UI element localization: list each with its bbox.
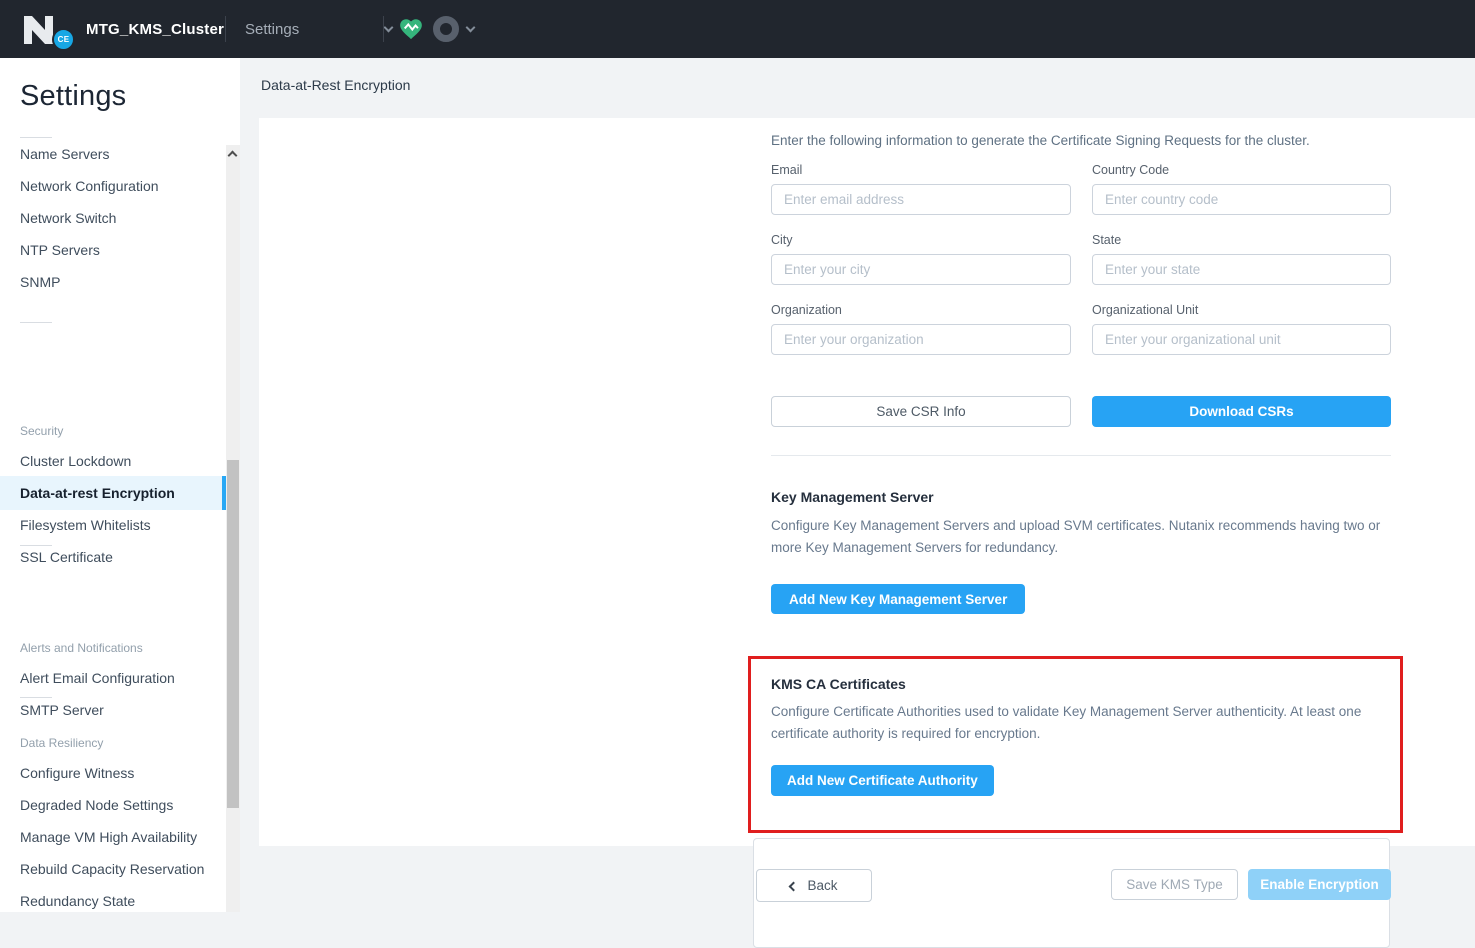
state-label: State [1092, 233, 1391, 248]
section-divider [771, 455, 1391, 456]
sidebar-item-filesystem-whitelists[interactable]: Filesystem Whitelists [0, 510, 226, 540]
sidebar-title: Settings [20, 80, 126, 113]
sidebar-item-network-switch[interactable]: Network Switch [0, 203, 226, 233]
sidebar-item-network-configuration[interactable]: Network Configuration [0, 171, 226, 201]
settings-dropdown[interactable]: Settings [245, 0, 392, 58]
sidebar-item-degraded-node-settings[interactable]: Degraded Node Settings [0, 790, 226, 820]
back-button-label: Back [807, 878, 837, 893]
ce-badge: CE [52, 28, 75, 51]
sidebar-item-configure-witness[interactable]: Configure Witness [0, 758, 226, 788]
sidebar-divider [20, 137, 52, 138]
header-divider [225, 16, 226, 42]
city-field[interactable] [771, 254, 1071, 285]
city-label: City [771, 233, 1071, 248]
sidebar-divider [20, 697, 52, 698]
sidebar-item-rebuild-capacity-reservation[interactable]: Rebuild Capacity Reservation [0, 854, 226, 884]
kms-ca-highlight-box: KMS CA Certificates Configure Certificat… [748, 656, 1403, 833]
encryption-card: Enter the following information to gener… [259, 118, 1475, 846]
scrollbar-thumb[interactable] [227, 460, 239, 808]
back-button[interactable]: Back [756, 869, 872, 902]
sidebar-divider [20, 545, 52, 546]
sidebar-divider [20, 322, 52, 323]
field-organization: Organization [771, 303, 1071, 355]
scroll-up-icon[interactable] [228, 151, 238, 161]
csr-form: Email Country Code City State Organizati… [771, 163, 1391, 373]
country-code-label: Country Code [1092, 163, 1391, 178]
sidebar-item-cluster-lockdown[interactable]: Cluster Lockdown [0, 446, 226, 476]
kms-section-title: Key Management Server [771, 489, 934, 505]
chevron-left-icon [789, 881, 799, 891]
sidebar-item-snmp[interactable]: SNMP [0, 267, 226, 297]
field-email: Email [771, 163, 1071, 215]
organizational-unit-field[interactable] [1092, 324, 1391, 355]
sidebar-section-alerts: Alerts and Notifications [20, 641, 143, 655]
header-divider [383, 16, 384, 42]
country-code-field[interactable] [1092, 184, 1391, 215]
email-label: Email [771, 163, 1071, 178]
enable-encryption-button[interactable]: Enable Encryption [1248, 869, 1391, 900]
nutanix-logo[interactable]: CE [22, 12, 74, 48]
organization-label: Organization [771, 303, 1071, 318]
sidebar-item-ntp-servers[interactable]: NTP Servers [0, 235, 226, 265]
chevron-down-icon [466, 22, 476, 32]
download-csrs-button[interactable]: Download CSRs [1092, 396, 1391, 427]
main-content: Data-at-Rest Encryption Enter the follow… [240, 58, 1475, 912]
field-city: City [771, 233, 1071, 285]
save-csr-info-button[interactable]: Save CSR Info [771, 396, 1071, 427]
ca-section-title: KMS CA Certificates [771, 676, 1380, 692]
wizard-footer: Back Save KMS Type Enable Encryption [753, 838, 1390, 948]
email-field[interactable] [771, 184, 1071, 215]
organizational-unit-label: Organizational Unit [1092, 303, 1391, 318]
kms-section-description: Configure Key Management Servers and upl… [771, 515, 1391, 559]
settings-sidebar: Settings Name Servers Network Configurat… [0, 58, 240, 912]
sidebar-scrollbar[interactable] [226, 145, 240, 912]
csr-intro-text: Enter the following information to gener… [771, 133, 1411, 148]
sidebar-item-ssl-certificate[interactable]: SSL Certificate [0, 542, 226, 572]
sidebar-section-security: Security [20, 424, 63, 438]
organization-field[interactable] [771, 324, 1071, 355]
field-state: State [1092, 233, 1391, 285]
field-country-code: Country Code [1092, 163, 1391, 215]
add-certificate-authority-button[interactable]: Add New Certificate Authority [771, 765, 994, 796]
save-kms-type-button[interactable]: Save KMS Type [1111, 869, 1238, 900]
page-title: Data-at-Rest Encryption [261, 77, 410, 93]
cluster-name[interactable]: MTG_KMS_Cluster [86, 0, 224, 58]
sidebar-item-label: Data-at-rest Encryption [20, 485, 175, 501]
ca-section-description: Configure Certificate Authorities used t… [771, 701, 1371, 745]
settings-dropdown-label: Settings [245, 21, 299, 38]
top-header-bar: CE MTG_KMS_Cluster Settings [0, 0, 1475, 58]
user-menu[interactable] [433, 16, 479, 42]
avatar [433, 16, 459, 42]
field-organizational-unit: Organizational Unit [1092, 303, 1391, 355]
state-field[interactable] [1092, 254, 1391, 285]
sidebar-section-data-resiliency: Data Resiliency [20, 736, 103, 750]
sidebar-item-data-at-rest-encryption[interactable]: Data-at-rest Encryption [0, 476, 226, 510]
chevron-down-icon [384, 22, 394, 32]
sidebar-item-smtp-server[interactable]: SMTP Server [0, 695, 226, 725]
sidebar-item-name-servers[interactable]: Name Servers [0, 139, 226, 169]
add-key-management-server-button[interactable]: Add New Key Management Server [771, 584, 1025, 614]
sidebar-item-alert-email-configuration[interactable]: Alert Email Configuration [0, 663, 226, 693]
sidebar-item-manage-vm-high-availability[interactable]: Manage VM High Availability [0, 822, 226, 852]
health-heart-icon[interactable] [398, 16, 424, 47]
csr-buttons: Save CSR Info Download CSRs [771, 396, 1391, 427]
